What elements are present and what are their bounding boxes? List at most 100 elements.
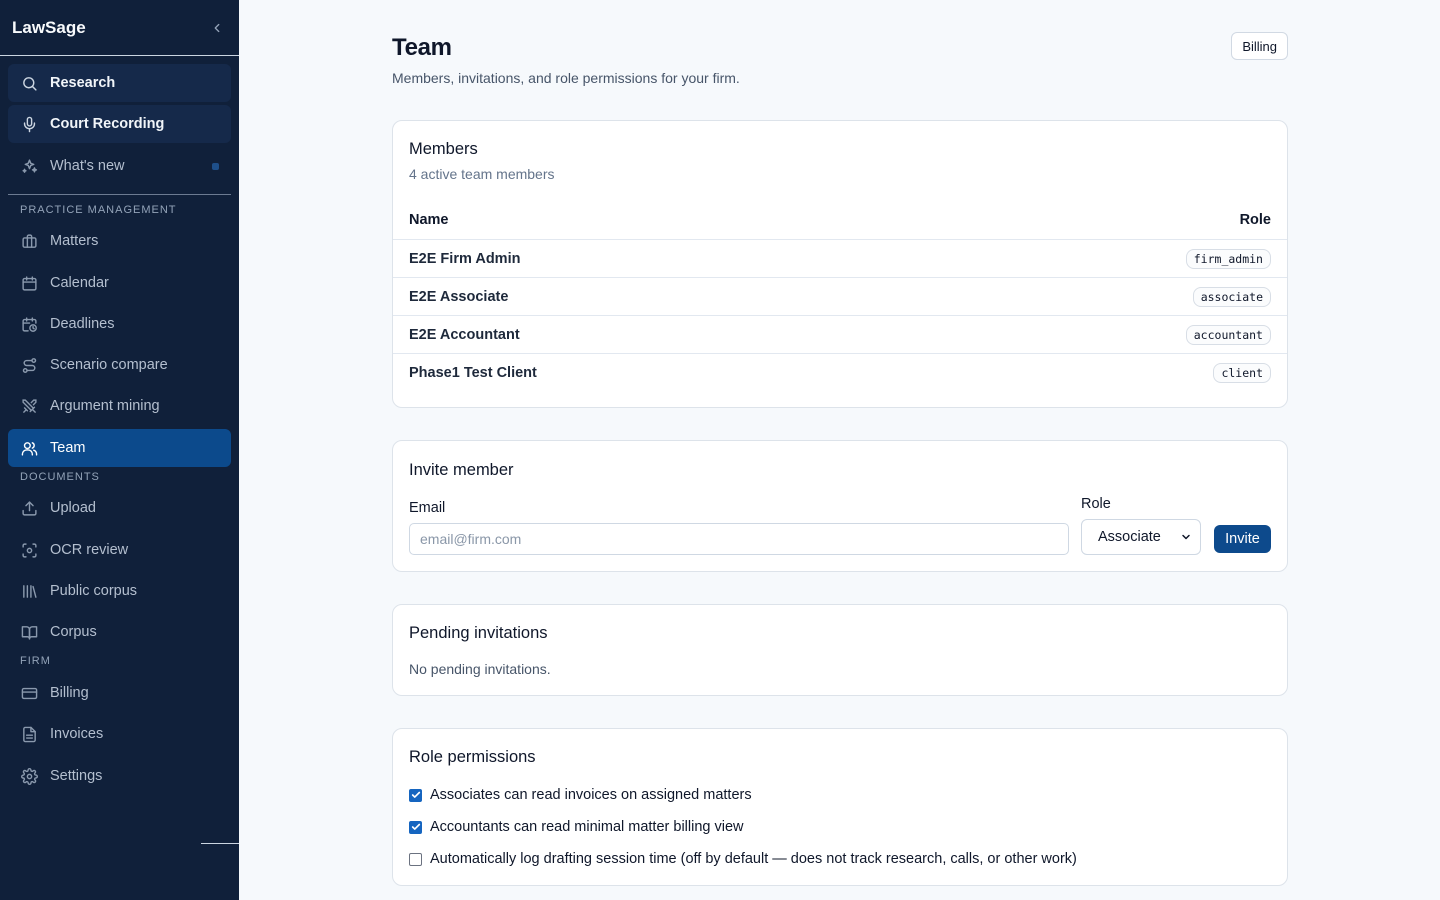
- members-subtitle: 4 active team members: [409, 166, 555, 182]
- sparkles-icon: [20, 157, 38, 175]
- credit-card-icon: [20, 684, 38, 702]
- sidebar-item-matters[interactable]: Matters: [8, 222, 231, 260]
- checkmark-icon: [411, 791, 420, 798]
- member-name: E2E Associate: [409, 288, 509, 305]
- members-title: Members: [409, 140, 478, 158]
- sidebar-item-label: Court Recording: [50, 116, 165, 132]
- permission-checkbox[interactable]: [409, 820, 422, 834]
- calendar-icon: [20, 274, 38, 292]
- collapse-sidebar-button[interactable]: [207, 18, 227, 38]
- sidebar-item-upload[interactable]: Upload: [8, 489, 231, 527]
- chevron-down-icon: [1182, 534, 1190, 540]
- role-select[interactable]: Associate: [1081, 519, 1201, 555]
- pending-title: Pending invitations: [409, 624, 548, 642]
- invite-card: Invite member Email Role Associate Invit…: [392, 440, 1288, 572]
- sidebar-item-team[interactable]: Team: [8, 429, 231, 467]
- table-row: Phase1 Test Client client: [393, 353, 1287, 391]
- sidebar-item-scenario-compare[interactable]: Scenario compare: [8, 346, 231, 384]
- pending-invitations-card: Pending invitations No pending invitatio…: [392, 604, 1288, 696]
- sidebar-item-court-recording[interactable]: Court Recording: [8, 105, 231, 143]
- library-icon: [20, 582, 38, 600]
- members-card: Members 4 active team members Name Role …: [392, 120, 1288, 408]
- sidebar-item-label: Research: [50, 75, 116, 91]
- sidebar-item-label: OCR review: [50, 542, 129, 558]
- sidebar-item-settings[interactable]: Settings: [8, 757, 231, 795]
- role-badge: firm_admin: [1185, 248, 1271, 269]
- upload-icon: [20, 499, 38, 517]
- chevron-left-icon: [214, 23, 220, 32]
- sidebar-item-label: Argument mining: [50, 398, 160, 414]
- billing-button[interactable]: Billing: [1231, 32, 1288, 60]
- search-icon: [20, 74, 38, 92]
- sidebar-item-deadlines[interactable]: Deadlines: [8, 305, 231, 343]
- permission-label: Associates can read invoices on assigned…: [430, 787, 752, 803]
- gear-icon: [20, 767, 38, 785]
- section-label-practice-management: PRACTICE MANAGEMENT: [20, 204, 177, 216]
- sidebar-item-whats-new[interactable]: What's new: [8, 147, 231, 185]
- sidebar-item-billing[interactable]: Billing: [8, 674, 231, 712]
- sidebar-item-research[interactable]: Research: [8, 64, 231, 102]
- role-permissions-card: Role permissions Associates can read inv…: [392, 728, 1288, 886]
- sidebar-divider: [8, 194, 231, 195]
- table-row: E2E Firm Admin firm_admin: [393, 239, 1287, 277]
- pending-empty-text: No pending invitations.: [409, 661, 551, 677]
- permission-checkbox[interactable]: [409, 852, 422, 866]
- table-row: E2E Associate associate: [393, 277, 1287, 315]
- sidebar-nav[interactable]: Research Court Recording What's new PRAC…: [0, 56, 239, 816]
- sidebar-item-label: Upload: [50, 500, 96, 516]
- member-name: Phase1 Test Client: [409, 364, 537, 381]
- sidebar-item-label: Matters: [50, 233, 99, 249]
- scan-icon: [20, 541, 38, 559]
- sidebar-item-label: Calendar: [50, 275, 109, 291]
- member-name: E2E Firm Admin: [409, 250, 521, 267]
- role-badge: accountant: [1185, 324, 1271, 345]
- swords-icon: [20, 397, 38, 415]
- microphone-icon: [20, 115, 38, 133]
- sidebar-item-label: Public corpus: [50, 583, 138, 599]
- new-indicator-dot: [212, 162, 219, 170]
- email-field[interactable]: [409, 523, 1069, 555]
- sidebar-item-label: Scenario compare: [50, 357, 168, 373]
- sidebar-item-argument-mining[interactable]: Argument mining: [8, 387, 231, 425]
- sidebar-item-label: What's new: [50, 158, 125, 174]
- sidebar-footer-divider: [201, 843, 239, 844]
- permissions-title: Role permissions: [409, 748, 536, 766]
- page-subtitle: Members, invitations, and role permissio…: [392, 70, 740, 86]
- briefcase-icon: [20, 232, 38, 250]
- email-label: Email: [409, 500, 446, 516]
- role-badge: client: [1213, 362, 1271, 383]
- sidebar-item-label: Deadlines: [50, 316, 115, 332]
- sidebar-item-calendar[interactable]: Calendar: [8, 264, 231, 302]
- role-select-value: Associate: [1098, 529, 1161, 545]
- section-label-firm: FIRM: [20, 655, 51, 667]
- sidebar-item-corpus[interactable]: Corpus: [8, 613, 231, 651]
- permission-item: Associates can read invoices on assigned…: [409, 787, 752, 803]
- sidebar-item-public-corpus[interactable]: Public corpus: [8, 572, 231, 610]
- role-badge: associate: [1192, 286, 1271, 307]
- invite-button[interactable]: Invite: [1214, 525, 1271, 553]
- sidebar-item-invoices[interactable]: Invoices: [8, 715, 231, 753]
- permission-checkbox[interactable]: [409, 788, 422, 802]
- users-icon: [20, 439, 38, 457]
- invite-title: Invite member: [409, 461, 514, 479]
- file-text-icon: [20, 725, 38, 743]
- section-label-documents: DOCUMENTS: [20, 471, 100, 483]
- permission-label: Accountants can read minimal matter bill…: [430, 819, 744, 835]
- permission-label: Automatically log drafting session time …: [430, 851, 1077, 867]
- sidebar-header: LawSage: [0, 0, 239, 56]
- member-name: E2E Accountant: [409, 326, 520, 343]
- route-icon: [20, 356, 38, 374]
- sidebar-item-label: Settings: [50, 768, 103, 784]
- sidebar-item-ocr-review[interactable]: OCR review: [8, 531, 231, 569]
- sidebar-item-label: Corpus: [50, 624, 97, 640]
- role-label: Role: [1081, 496, 1111, 512]
- calendar-clock-icon: [20, 315, 38, 333]
- permission-item: Automatically log drafting session time …: [409, 851, 1077, 867]
- page-title: Team: [392, 34, 452, 61]
- sidebar-item-label: Billing: [50, 685, 89, 701]
- book-open-icon: [20, 623, 38, 641]
- sidebar-item-label: Invoices: [50, 726, 104, 742]
- sidebar: LawSage Research Court Recording What's …: [0, 0, 239, 900]
- app-brand: LawSage: [12, 17, 86, 37]
- column-header-role: Role: [1239, 212, 1271, 228]
